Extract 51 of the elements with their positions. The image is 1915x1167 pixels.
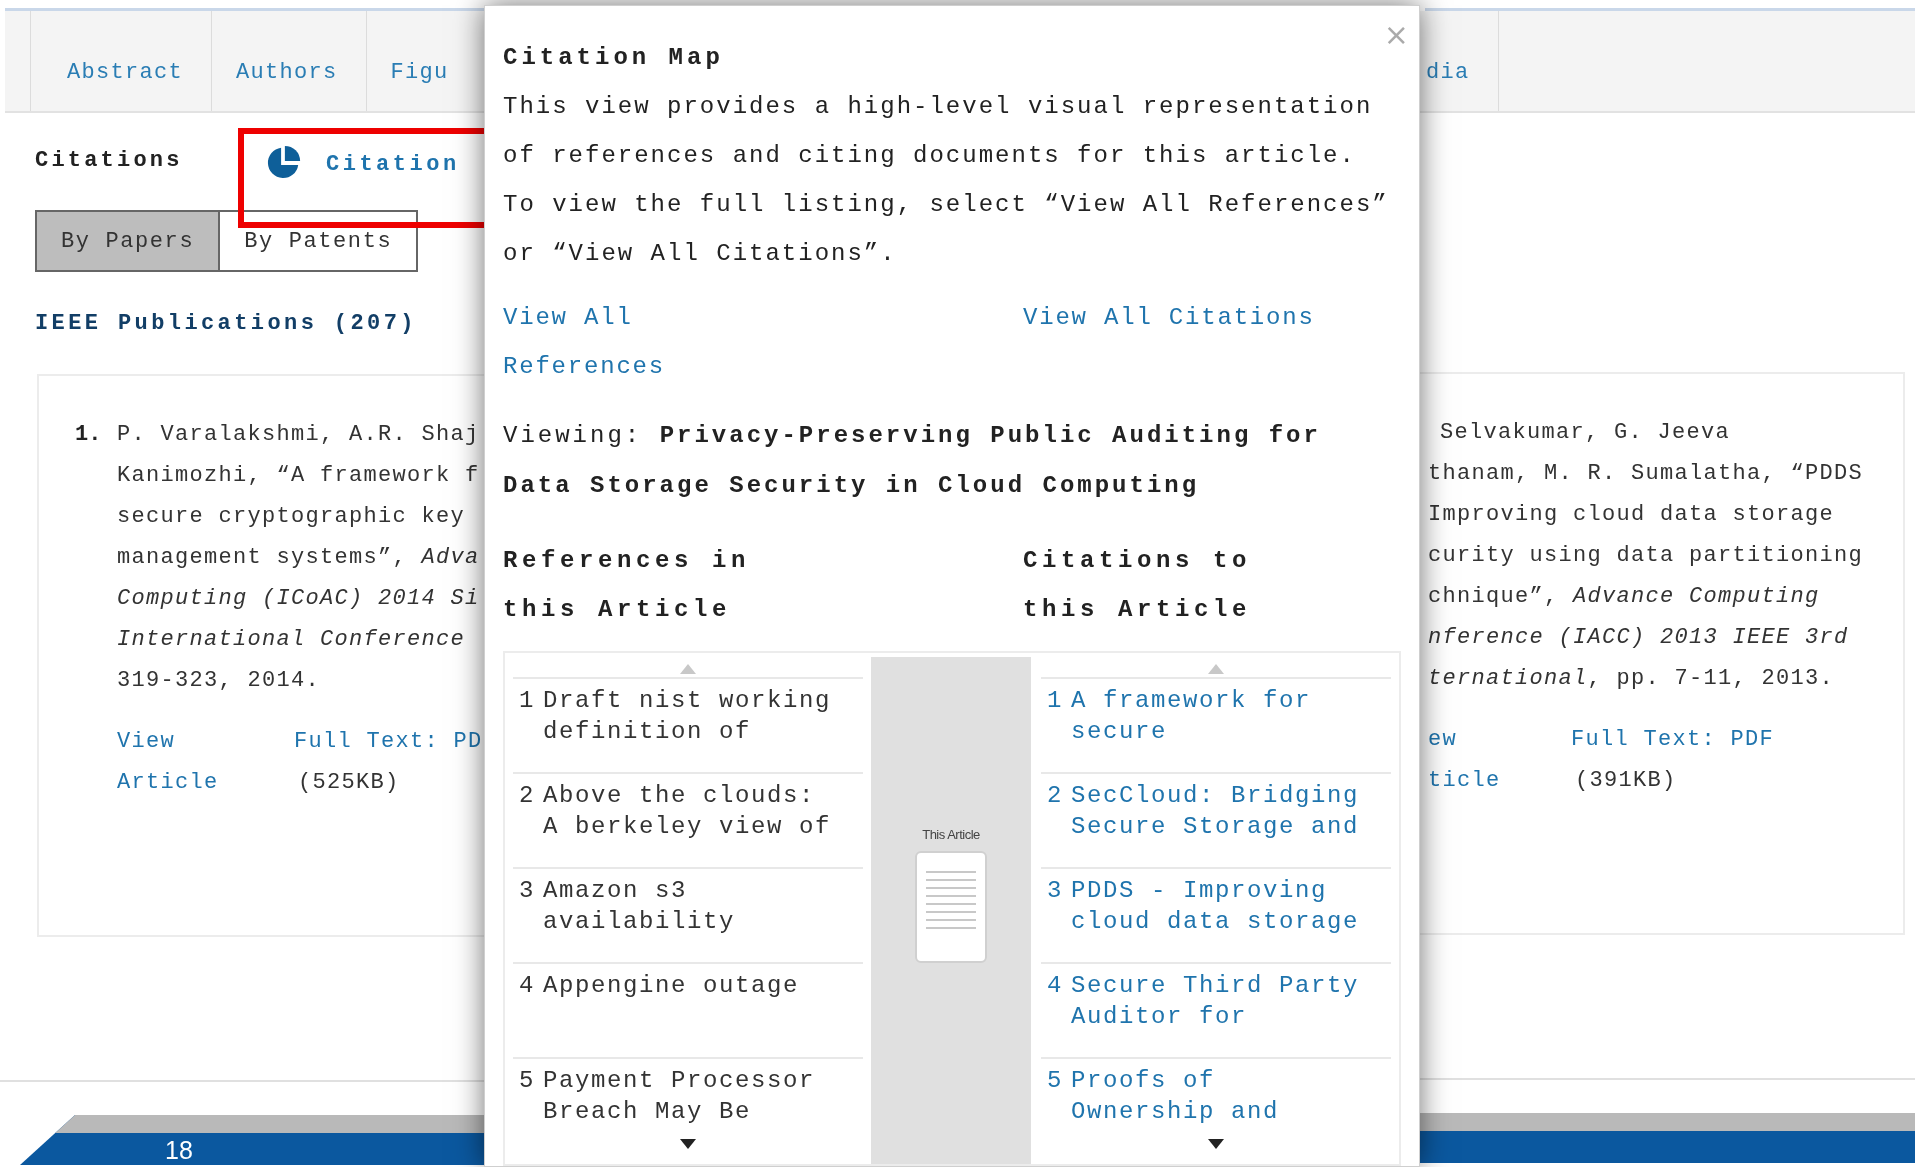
citation-line: International Conference (117, 626, 467, 654)
reference-item[interactable]: 1 Draft nist working definition of (513, 677, 863, 772)
citation-line: secure cryptographic key (117, 503, 467, 531)
citation-item[interactable]: 1 A framework for secure (1041, 677, 1391, 772)
slide-number: 18 (164, 1135, 193, 1165)
tab[interactable]: Figu (365, 11, 477, 111)
viewing-title: Viewing: Privacy-Preserving Public Auditing for Data Storage Security in Cloud Computing (503, 421, 1322, 501)
view-all-citations-link[interactable]: View All Citations (1023, 293, 1315, 391)
scroll-down-icon[interactable] (1206, 1138, 1226, 1150)
tab[interactable]: Authors (211, 11, 366, 111)
column-heading: References in this Article (503, 546, 752, 625)
tab[interactable]: Abstract (30, 11, 212, 111)
citation-line: P. Varalakshmi, A.R. Shaj (117, 421, 481, 449)
citation-line: chnique”, Advance Computing (1428, 583, 1821, 611)
citation-item[interactable]: 3 PDDS - Improving cloud data storage (1041, 867, 1391, 962)
citation-line: Computing (ICoAC) 2014 Si (117, 585, 481, 613)
citation-line: thanam, M. R. Sumalatha, “PDDS (1428, 460, 1865, 488)
column-heading: Citations to this Article (1023, 546, 1253, 625)
citation-line: Selvakumar, G. Jeeva (1439, 419, 1732, 447)
citation-item[interactable]: 5 Proofs of Ownership and (1041, 1057, 1391, 1152)
toggle-button[interactable]: By Papers (35, 210, 221, 272)
citation-line: 319-323, 2014. (117, 667, 322, 695)
document-icon (914, 850, 988, 964)
citation-item[interactable]: 2 SecCloud: Bridging Secure Storage and (1041, 772, 1391, 867)
center-label: This Article (922, 827, 980, 842)
reference-item[interactable]: 5 Payment Processor Breach May Be (513, 1057, 863, 1152)
citation-item[interactable]: 4 Secure Third Party Auditor for (1041, 962, 1391, 1057)
view-article-link[interactable]: View Article (117, 721, 294, 803)
citation-line: Kanimozhi, “A framework f (117, 462, 481, 490)
result-number: 1. (75, 421, 103, 449)
scroll-down-icon[interactable] (678, 1138, 698, 1150)
view-article-link[interactable]: ew ticle (1428, 719, 1571, 801)
reference-item[interactable]: 2 Above the clouds: A berkeley view of (513, 772, 863, 867)
file-size: (525KB) (297, 769, 400, 797)
full-text-pdf-link[interactable]: Full Text: PDF (1571, 719, 1775, 760)
tab[interactable]: dia (1420, 11, 1499, 111)
toggle-button[interactable]: By Patents (220, 210, 419, 272)
citation-line: Improving cloud data storage (1428, 501, 1836, 529)
popup-title: Citation Map (503, 43, 725, 73)
citation-line: management systems”, Adva (117, 544, 481, 572)
view-all-references-link[interactable]: View All References (503, 293, 723, 391)
publications-heading: IEEE Publications (207) (35, 310, 418, 338)
citation-line: curity using data partitioning (1428, 542, 1865, 570)
reference-item[interactable]: 3 Amazon s3 availability (513, 867, 863, 962)
reference-item[interactable]: 4 Appengine outage (513, 962, 863, 1057)
citation-line: ternational, pp. 7-11, 2013. (1428, 665, 1836, 693)
full-text-pdf-link[interactable]: Full Text: PD (294, 721, 483, 762)
popup-description: This view provides a high-level visual representation of references and citing documents for this article. To view the full listing, select “View All References” or “View All Citations”. (503, 92, 1390, 269)
section-title: Citations (35, 148, 184, 173)
file-size: (391KB) (1574, 767, 1677, 795)
citation-line: nference (IACC) 2013 IEEE 3rd (1428, 624, 1850, 652)
